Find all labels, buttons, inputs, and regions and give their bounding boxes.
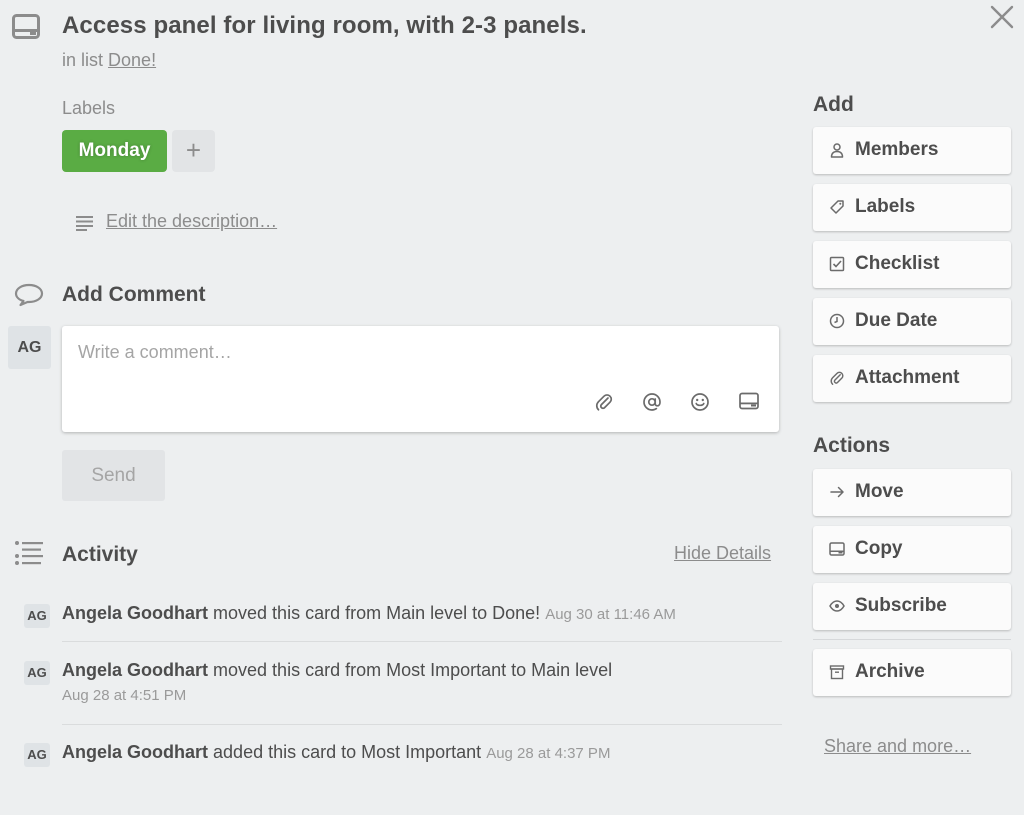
list-prefix: in list [62,50,104,70]
members-button[interactable]: Members [813,127,1011,174]
labels-heading: Labels [62,98,116,118]
description-icon [76,215,94,231]
copy-button[interactable]: Copy [813,526,1011,573]
card-icon [829,541,845,557]
checklist-button[interactable]: Checklist [813,241,1011,288]
button-label: Attachment [855,367,960,388]
activity-action: moved this card from Most Important to M… [213,660,613,680]
card-icon[interactable] [739,392,759,410]
activity-user[interactable]: Angela Goodhart [62,742,208,762]
arrow-right-icon [829,484,845,500]
button-label: Checklist [855,253,940,274]
activity-date[interactable]: Aug 30 at 11:46 AM [545,606,676,623]
comment-placeholder[interactable]: Write a comment… [78,342,232,363]
eye-icon [829,598,845,614]
activity-action: added this card to Most Important [213,742,482,762]
clock-icon [829,313,845,329]
archive-button[interactable]: Archive [813,649,1011,696]
list-link[interactable]: Done! [108,50,156,70]
activity-entry: Angela Goodhart moved this card from Mos… [62,658,612,708]
avatar[interactable]: AG [8,326,51,369]
activity-date[interactable]: Aug 28 at 4:37 PM [486,745,610,762]
button-label: Move [855,481,904,502]
due-date-button[interactable]: Due Date [813,298,1011,345]
add-comment-heading: Add Comment [62,283,206,306]
hide-details-link[interactable]: Hide Details [674,543,771,564]
labels-button[interactable]: Labels [813,184,1011,231]
button-label: Copy [855,538,903,559]
activity-date[interactable]: Aug 28 at 4:51 PM [62,687,186,704]
actions-heading: Actions [813,434,891,457]
avatar[interactable]: AG [24,661,50,685]
paperclip-icon [829,370,845,386]
divider [813,639,1011,640]
divider [62,641,782,642]
list-info: in list Done! [62,50,156,71]
divider [62,724,782,725]
activity-heading: Activity [62,543,138,566]
add-label-button[interactable]: + [172,130,215,172]
card-title[interactable]: Access panel for living room, with 2-3 p… [62,12,587,40]
send-button[interactable]: Send [62,450,165,501]
edit-description-link[interactable]: Edit the description… [106,211,277,232]
emoji-icon[interactable] [690,392,710,412]
archive-icon [829,664,845,680]
subscribe-button[interactable]: Subscribe [813,583,1011,630]
comment-input[interactable]: Write a comment… [62,326,779,432]
person-icon [829,142,845,158]
button-label: Due Date [855,310,938,331]
activity-entry: Angela Goodhart moved this card from Mai… [62,601,676,627]
activity-list-icon [14,540,46,566]
tag-icon [829,199,845,215]
avatar[interactable]: AG [24,743,50,767]
button-label: Subscribe [855,595,947,616]
close-icon[interactable] [988,3,1016,31]
button-label: Archive [855,661,925,682]
activity-user[interactable]: Angela Goodhart [62,603,208,623]
activity-action: moved this card from Main level to Done! [213,603,541,623]
button-label: Members [855,139,939,160]
label-monday[interactable]: Monday [62,130,167,172]
paperclip-icon[interactable] [595,392,613,412]
mention-icon[interactable] [642,392,662,412]
activity-entry: Angela Goodhart added this card to Most … [62,740,610,766]
add-heading: Add [813,93,854,116]
share-and-more-link[interactable]: Share and more… [824,736,971,757]
avatar[interactable]: AG [24,604,50,628]
move-button[interactable]: Move [813,469,1011,516]
activity-user[interactable]: Angela Goodhart [62,660,208,680]
speech-bubble-icon [14,283,44,307]
button-label: Labels [855,196,916,217]
checkbox-icon [829,256,845,272]
attachment-button[interactable]: Attachment [813,355,1011,402]
card-icon [12,14,40,40]
